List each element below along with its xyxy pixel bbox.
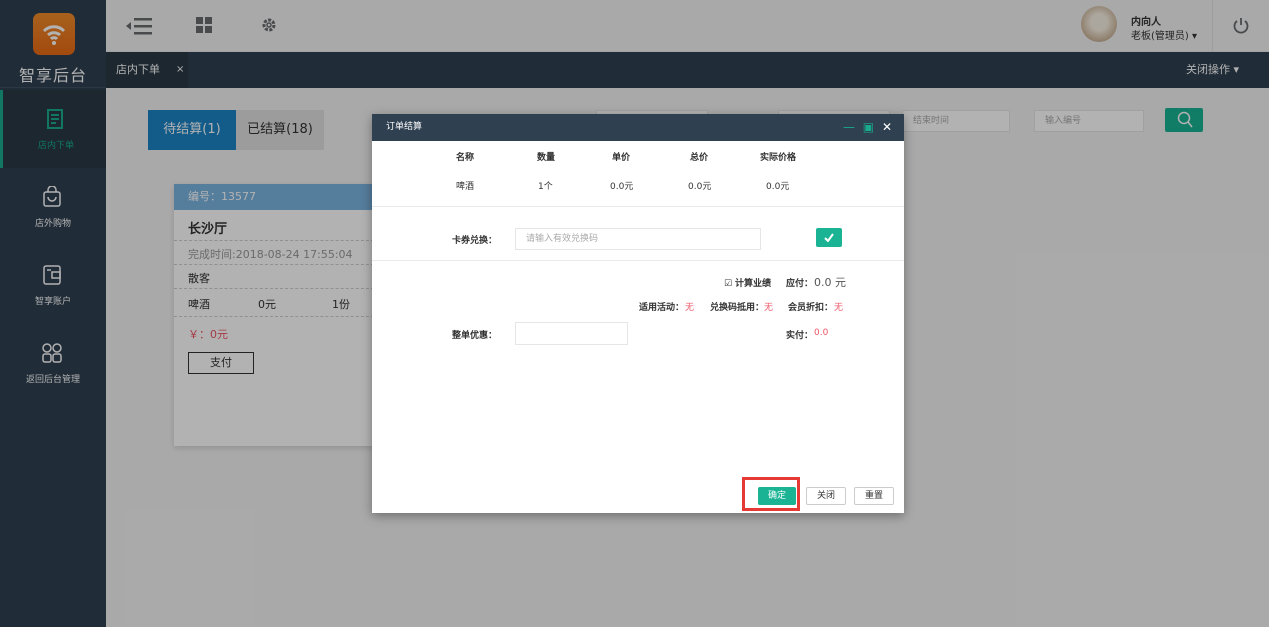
cell-name: 啤酒 [456, 182, 475, 192]
reset-button[interactable]: 重置 [854, 487, 894, 505]
close-button[interactable]: 关闭 [806, 487, 846, 505]
due-label: 应付： [786, 279, 814, 289]
order-discount-label: 整单优惠： [452, 331, 498, 341]
col-header-unit-price: 单价 [612, 153, 631, 163]
order-settlement-dialog: 订单结算 — ▣ ✕ 名称 数量 单价 总价 实际价格 啤酒 1个 0.0元 0… [372, 114, 904, 513]
confirm-highlight-box [742, 477, 800, 511]
coupon-confirm-button[interactable] [816, 228, 842, 247]
checkbox-checked-icon: ☑ [724, 279, 733, 289]
cell-unit-price: 0.0元 [610, 182, 634, 192]
redeem-value: 无 [764, 303, 774, 313]
col-header-name: 名称 [456, 153, 475, 163]
check-icon [824, 233, 834, 242]
member-discount-label: 会员折扣： [788, 303, 834, 313]
coupon-label: 卡券兑换： [452, 236, 498, 246]
calc-performance-checkbox[interactable]: ☑ 计算业绩 [724, 276, 771, 289]
col-header-actual: 实际价格 [760, 153, 797, 163]
col-header-total: 总价 [690, 153, 709, 163]
dialog-title-text: 订单结算 [386, 122, 423, 132]
activity-value: 无 [685, 303, 695, 313]
close-icon[interactable]: ✕ [882, 120, 892, 134]
cell-total: 0.0元 [688, 182, 712, 192]
dialog-title: 订单结算 [372, 114, 904, 141]
activity-label: 适用活动： [639, 303, 685, 313]
coupon-input[interactable]: 请输入有效兑换码 [515, 228, 761, 250]
cell-qty: 1个 [538, 182, 553, 192]
member-discount-value: 无 [834, 303, 844, 313]
redeem-label: 兑换码抵用： [710, 303, 765, 313]
calc-performance-label: 计算业绩 [734, 279, 771, 289]
due-value: 0.0 元 [814, 276, 846, 289]
maximize-icon[interactable]: ▣ [863, 120, 874, 134]
order-discount-input[interactable] [515, 322, 628, 345]
dialog-controls: — ▣ ✕ [843, 114, 892, 141]
minimize-icon[interactable]: — [843, 120, 855, 134]
paid-value: 0.0 [814, 328, 829, 338]
col-header-qty: 数量 [537, 153, 556, 163]
cell-actual: 0.0元 [766, 182, 790, 192]
paid-label: 实付： [786, 331, 814, 341]
